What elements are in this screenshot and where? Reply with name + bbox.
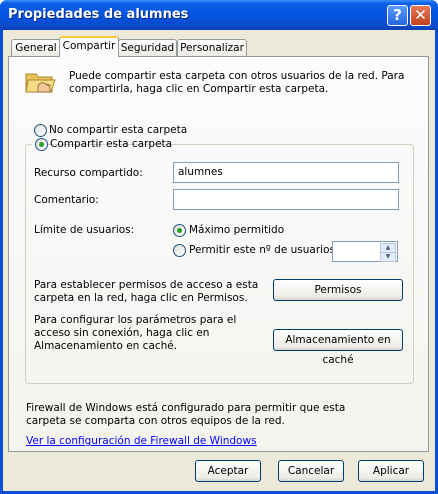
help-button[interactable]: ?	[387, 5, 408, 26]
tab-personalizar[interactable]: Personalizar	[177, 39, 247, 56]
title-bar[interactable]: Propiedades de alumnes ? ✕	[0, 0, 438, 30]
apply-button[interactable]: Aplicar	[358, 460, 424, 482]
user-limit-label: Límite de usuarios:	[34, 224, 135, 236]
share-folder-icon	[25, 73, 56, 93]
share-label[interactable]: Compartir esta carpeta	[50, 138, 172, 150]
firewall-text: Firewall de Windows está configurado par…	[26, 402, 346, 427]
share-intro-text: Puede compartir esta carpeta con otros u…	[69, 70, 405, 95]
permissions-text: Para establecer permisos de acceso a est…	[34, 279, 259, 304]
close-button[interactable]: ✕	[410, 5, 431, 26]
comment-field[interactable]	[173, 189, 399, 210]
allow-n-users-label[interactable]: Permitir este nº de usuarios:	[189, 244, 339, 256]
caching-button[interactable]: Almacenamiento en caché	[273, 329, 403, 366]
permissions-button[interactable]: Permisos	[273, 279, 403, 301]
user-count-spinner[interactable]: ▲ ▼	[332, 241, 398, 262]
share-name-label: Recurso compartido:	[34, 167, 143, 179]
max-allowed-radio[interactable]	[173, 224, 186, 237]
caching-text: Para configurar los parámetros para el a…	[34, 314, 237, 352]
dialog-client: General Compartir Seguridad Personalizar…	[3, 30, 435, 491]
share-group-header: Compartir esta carpeta	[32, 136, 172, 152]
properties-window: Propiedades de alumnes ? ✕ General Compa…	[0, 0, 438, 494]
allow-n-users-radio[interactable]	[173, 244, 186, 257]
share-name-field[interactable]: alumnes	[173, 162, 399, 183]
tab-compartir[interactable]: Compartir	[59, 36, 119, 57]
tab-seguridad[interactable]: Seguridad	[118, 39, 177, 56]
cancel-button[interactable]: Cancelar	[278, 460, 344, 482]
max-allowed-label[interactable]: Máximo permitido	[189, 224, 284, 236]
no-share-label[interactable]: No compartir esta carpeta	[49, 124, 187, 136]
share-radio[interactable]	[35, 138, 48, 151]
tab-general[interactable]: General	[11, 39, 61, 56]
firewall-settings-link[interactable]: Ver la configuración de Firewall de Wind…	[26, 435, 257, 447]
tab-panel-compartir: Puede compartir esta carpeta con otros u…	[8, 56, 429, 452]
comment-label: Comentario:	[34, 194, 99, 206]
spin-down-icon[interactable]: ▼	[380, 252, 396, 262]
window-title: Propiedades de alumnes	[8, 7, 189, 22]
ok-button[interactable]: Aceptar	[195, 460, 261, 482]
